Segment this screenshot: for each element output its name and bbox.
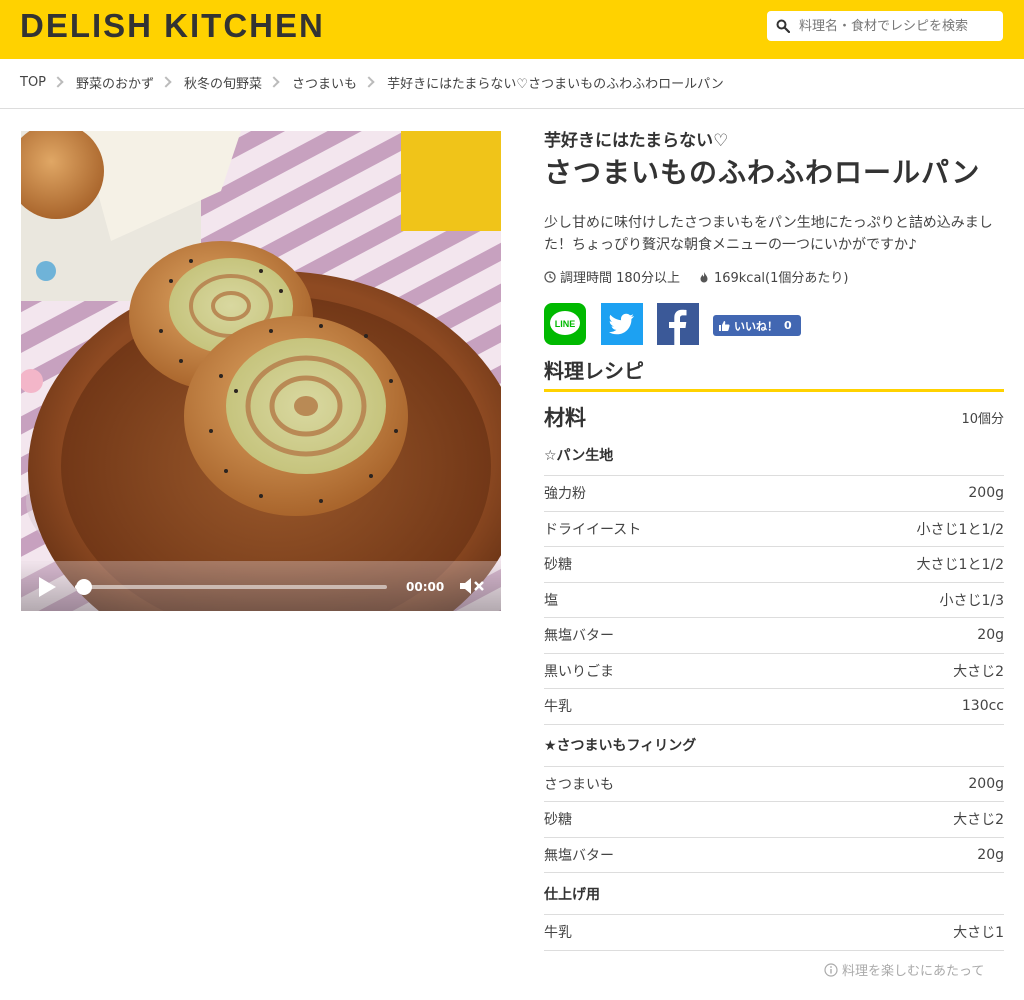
section-title-recipe: 料理レシピ [544, 356, 1004, 392]
ingredient-name: 砂糖 [544, 557, 572, 574]
ingredient-name: 牛乳 [544, 925, 572, 942]
ingredient-amount: 大さじ2 [953, 812, 1004, 829]
search-input[interactable] [799, 11, 999, 41]
ingredient-name: さつまいも [544, 776, 614, 793]
ingredient-name: 黒いりごま [544, 663, 614, 680]
ingredient-name: 無塩バター [544, 628, 614, 645]
thumbs-up-icon [719, 320, 730, 331]
chevron-right-icon [160, 76, 172, 88]
play-icon[interactable] [37, 576, 57, 598]
like-label: いいね！ [734, 319, 778, 333]
ingredient-row: 牛乳 130cc [544, 689, 1004, 725]
ingredient-name: 砂糖 [544, 812, 572, 829]
recipe-subtitle: 芋好きにはたまらない♡ [544, 131, 729, 151]
mute-icon[interactable] [458, 575, 486, 597]
search-box[interactable] [767, 11, 1003, 41]
ingredient-row: 無塩バター 20g [544, 618, 1004, 654]
ingredient-name: 塩 [544, 592, 558, 609]
info-icon [824, 962, 838, 977]
line-share-icon[interactable]: LINE [544, 303, 586, 345]
ingredient-amount: 20g [977, 846, 1004, 863]
line-label: LINE [555, 319, 576, 329]
ingredient-name: 無塩バター [544, 847, 614, 864]
recipe-title: さつまいものふわふわロールパン [544, 156, 981, 189]
ingredient-row: 無塩バター 20g [544, 838, 1004, 873]
clock-icon [544, 270, 556, 283]
serving-size: 10個分 [961, 412, 1004, 427]
video-controls: 00:00 [21, 563, 501, 611]
ingredient-row: ドライイースト 小さじ1と1/2 [544, 512, 1004, 547]
ingredient-amount: 200g [968, 775, 1004, 792]
chevron-right-icon [268, 76, 280, 88]
share-buttons: LINE いいね！ 0 [544, 303, 1004, 347]
flame-icon [700, 271, 708, 282]
like-count: 0 [784, 319, 792, 332]
ingredient-row: 砂糖 大さじ1と1/2 [544, 547, 1004, 583]
ingredient-row: 砂糖 大さじ2 [544, 802, 1004, 838]
ingredient-amount: 200g [968, 485, 1004, 502]
search-icon[interactable] [776, 19, 790, 33]
chevron-right-icon [363, 76, 375, 88]
chevron-right-icon [52, 76, 64, 88]
ingredient-amount: 大さじ2 [953, 663, 1004, 680]
ingredient-group-heading: ☆パン生地 [544, 434, 1004, 476]
ingredient-name: ドライイースト [544, 521, 642, 538]
ingredient-amount: 大さじ1 [953, 925, 1004, 942]
seek-bar[interactable] [75, 579, 387, 595]
ingredients-title: 材料 [544, 406, 586, 430]
cooking-notice-label: 料理を楽しむにあたって [842, 964, 985, 979]
breadcrumb-vegetable-dishes[interactable]: 野菜のおかず [76, 73, 154, 92]
facebook-share-icon[interactable] [657, 303, 699, 345]
ingredient-group-heading: ★さつまいもフィリング [544, 725, 1004, 767]
seek-handle[interactable] [76, 579, 93, 595]
breadcrumb-sweet-potato[interactable]: さつまいも [292, 73, 357, 92]
ingredient-amount: 20g [977, 627, 1004, 644]
calories: 169kcal(1個分あたり) [713, 271, 849, 286]
ingredient-row: 牛乳 大さじ1 [544, 915, 1004, 951]
ingredient-amount: 130cc [961, 698, 1004, 715]
site-logo[interactable]: DELISH KITCHEN [20, 8, 325, 44]
video-time: 00:00 [406, 580, 445, 594]
breadcrumb: TOP 野菜のおかず 秋冬の旬野菜 さつまいも 芋好きにはたまらない♡さつまいも… [0, 59, 1024, 109]
ingredient-row: 黒いりごま 大さじ2 [544, 654, 1004, 689]
site-header: DELISH KITCHEN [0, 0, 1024, 59]
recipe-info: 芋好きにはたまらない♡ さつまいものふわふわロールパン 少し甘めに味付けしたさつ… [544, 130, 1004, 951]
ingredient-name: 強力粉 [544, 486, 586, 503]
twitter-share-icon[interactable] [601, 303, 643, 345]
ingredient-row: 強力粉 200g [544, 476, 1004, 512]
recipe-meta: 調理時間 180分以上 169kcal(1個分あたり) [544, 267, 848, 286]
cooking-notice-link[interactable]: 料理を楽しむにあたって [824, 960, 984, 979]
ingredient-list: ☆パン生地 強力粉 200g ドライイースト 小さじ1と1/2 砂糖 大さじ1と1/2… [544, 434, 1004, 951]
ingredient-amount: 小さじ1/3 [939, 592, 1004, 609]
breadcrumb-current: 芋好きにはたまらない♡さつまいものふわふわロールパン [387, 76, 724, 92]
recipe-description: 少し甘めに味付けしたさつまいもをパン生地にたっぷりと詰め込みました！ちょっぴり贅… [544, 215, 993, 253]
ingredient-group-heading: 仕上げ用 [544, 873, 1004, 915]
ingredient-amount: 小さじ1と1/2 [916, 521, 1004, 538]
breadcrumb-top[interactable]: TOP [20, 75, 46, 90]
ingredient-amount: 大さじ1と1/2 [916, 557, 1004, 574]
recipe-video[interactable]: 00:00 [21, 131, 501, 611]
ingredient-row: さつまいも 200g [544, 767, 1004, 802]
ingredient-row: 塩 小さじ1/3 [544, 583, 1004, 618]
facebook-like-button[interactable]: いいね！ 0 [713, 315, 801, 336]
ingredients-header: 材料 10個分 [544, 398, 1004, 434]
ingredient-name: 牛乳 [544, 699, 572, 716]
breadcrumb-autumn-winter-vegetables[interactable]: 秋冬の旬野菜 [184, 73, 262, 92]
cook-time: 調理時間 180分以上 [560, 271, 680, 286]
recipe-photo [21, 131, 501, 611]
